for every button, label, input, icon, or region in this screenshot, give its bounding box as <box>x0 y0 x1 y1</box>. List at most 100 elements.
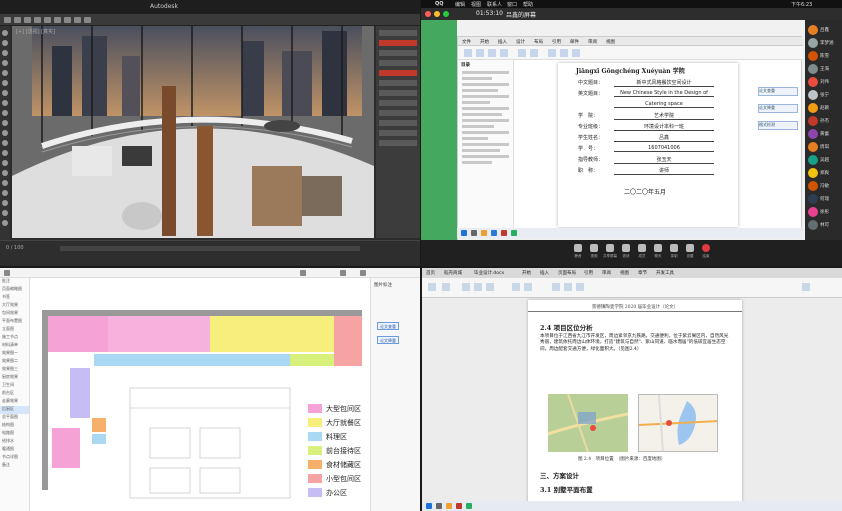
tool-icon[interactable] <box>2 40 8 46</box>
wps-tab[interactable]: 开始 <box>522 270 531 276</box>
time-slider[interactable] <box>60 246 360 251</box>
move-icon[interactable] <box>34 17 41 23</box>
participant[interactable]: 赵颖 <box>808 102 838 115</box>
side-tool-button[interactable]: 论文降重 <box>758 104 798 113</box>
mute-button[interactable]: 静音 <box>571 244 585 262</box>
italic-icon[interactable] <box>488 49 496 57</box>
outline-item[interactable]: 后厨区 <box>0 406 29 414</box>
outline-item[interactable]: 暖通图 <box>0 446 29 454</box>
outline-item[interactable]: 电路图 <box>0 430 29 438</box>
tool-icon[interactable] <box>2 110 8 116</box>
minimize-window-icon[interactable] <box>434 11 440 17</box>
participant[interactable]: 吴越 <box>808 154 838 167</box>
tool-icon[interactable] <box>2 100 8 106</box>
wechat-icon[interactable] <box>466 503 472 509</box>
3d-viewport[interactable]: [+] [透视] [真实] <box>12 26 374 238</box>
outline-item[interactable]: 效果图二 <box>0 358 29 366</box>
align-icon[interactable] <box>512 283 520 291</box>
outline-item[interactable]: 施工节点 <box>0 334 29 342</box>
wps-tab[interactable]: 毕业设计.docx <box>474 270 504 276</box>
tool-icon[interactable] <box>2 130 8 136</box>
folder-icon[interactable] <box>446 503 452 509</box>
tool-icon[interactable] <box>2 30 8 36</box>
mac-menu-item[interactable]: 视图 <box>471 1 481 8</box>
snap-icon[interactable] <box>64 17 71 23</box>
close-window-icon[interactable] <box>425 11 431 17</box>
mac-app-name[interactable]: QQ <box>435 1 444 7</box>
mac-menu-item[interactable]: 联系人 <box>487 1 502 8</box>
outline-item[interactable]: 走廊效果 <box>0 398 29 406</box>
outline-item[interactable]: 总平面图 <box>0 414 29 422</box>
side-tool-button[interactable]: 格式检测 <box>758 121 798 130</box>
style-icon[interactable] <box>576 283 584 291</box>
tool-icon[interactable] <box>2 180 8 186</box>
wps-tab[interactable]: 插入 <box>540 270 549 276</box>
outline-item[interactable]: 立面图 <box>0 326 29 334</box>
wps-tab[interactable]: 开发工具 <box>656 270 674 276</box>
participant[interactable]: 张宁 <box>808 89 838 102</box>
tool-icon[interactable] <box>2 210 8 216</box>
search-icon[interactable] <box>471 230 477 236</box>
mac-menu-item[interactable]: 窗口 <box>507 1 517 8</box>
material-icon[interactable] <box>84 17 91 23</box>
tool-icon[interactable] <box>2 140 8 146</box>
print-icon[interactable] <box>340 270 346 276</box>
style-icon[interactable] <box>548 49 556 57</box>
scale-icon[interactable] <box>54 17 61 23</box>
participant[interactable]: 林可 <box>808 219 838 232</box>
outline-item[interactable]: 卫生间 <box>0 382 29 390</box>
participant[interactable]: 刘伟 <box>808 76 838 89</box>
undo-icon[interactable] <box>4 17 11 23</box>
paste-icon[interactable] <box>464 49 472 57</box>
tool-icon[interactable] <box>2 190 8 196</box>
redo-icon[interactable] <box>14 17 21 23</box>
record-button[interactable]: 录制 <box>667 244 681 262</box>
tool-icon[interactable] <box>2 60 8 66</box>
word-tab[interactable]: 视图 <box>606 39 615 45</box>
outline-item[interactable]: 前台区 <box>0 390 29 398</box>
list-icon[interactable] <box>530 49 538 57</box>
wps-app-icon[interactable] <box>456 503 462 509</box>
participant[interactable]: 郑爽 <box>808 167 838 180</box>
tool-icon[interactable] <box>2 120 8 126</box>
wps-tab[interactable]: 审阅 <box>602 270 611 276</box>
style-icon[interactable] <box>572 49 580 57</box>
participant[interactable]: 何瑞 <box>808 193 838 206</box>
chat-button[interactable]: 聊天 <box>651 244 665 262</box>
italic-icon[interactable] <box>474 283 482 291</box>
tool-icon[interactable] <box>2 50 8 56</box>
participant[interactable]: 吕鑫 <box>808 24 838 37</box>
outline-item[interactable]: 备注 <box>0 462 29 470</box>
wps-tab[interactable]: 首页 <box>426 270 435 276</box>
end-meeting-button[interactable]: 结束 <box>699 244 713 262</box>
find-icon[interactable] <box>802 283 810 291</box>
mac-menu-item[interactable]: 帮助 <box>523 1 533 8</box>
underline-icon[interactable] <box>500 49 508 57</box>
wps-tab[interactable]: 页面布局 <box>558 270 576 276</box>
share-screen-button[interactable]: 共享屏幕 <box>603 244 617 262</box>
outline-item[interactable]: 书签 <box>0 294 29 302</box>
participant[interactable]: 孙杰 <box>808 115 838 128</box>
underline-icon[interactable] <box>486 283 494 291</box>
wps-tab[interactable]: 章节 <box>638 270 647 276</box>
word-tab[interactable]: 开始 <box>480 39 489 45</box>
timeline[interactable]: 0 / 100 <box>0 240 420 266</box>
format-painter-icon[interactable] <box>442 283 450 291</box>
participant[interactable]: 周琪 <box>808 141 838 154</box>
search-icon[interactable] <box>436 503 442 509</box>
participant[interactable]: 王海 <box>808 63 838 76</box>
word-tab[interactable]: 文件 <box>462 39 471 45</box>
tool-icon[interactable] <box>2 150 8 156</box>
outline-item[interactable]: 效果图三 <box>0 366 29 374</box>
select-icon[interactable] <box>24 17 31 23</box>
outline-item[interactable]: 厨房效果 <box>0 374 29 382</box>
outline-item[interactable]: 平面布置图 <box>0 318 29 326</box>
side-tool-button[interactable]: 论文查重 <box>758 87 798 96</box>
outline-item[interactable]: 节点详图 <box>0 454 29 462</box>
invite-button[interactable]: 邀请 <box>619 244 633 262</box>
style-icon[interactable] <box>552 283 560 291</box>
folder-icon[interactable] <box>481 230 487 236</box>
outline-item[interactable]: 材料清单 <box>0 342 29 350</box>
bold-icon[interactable] <box>476 49 484 57</box>
tool-icon[interactable] <box>2 200 8 206</box>
